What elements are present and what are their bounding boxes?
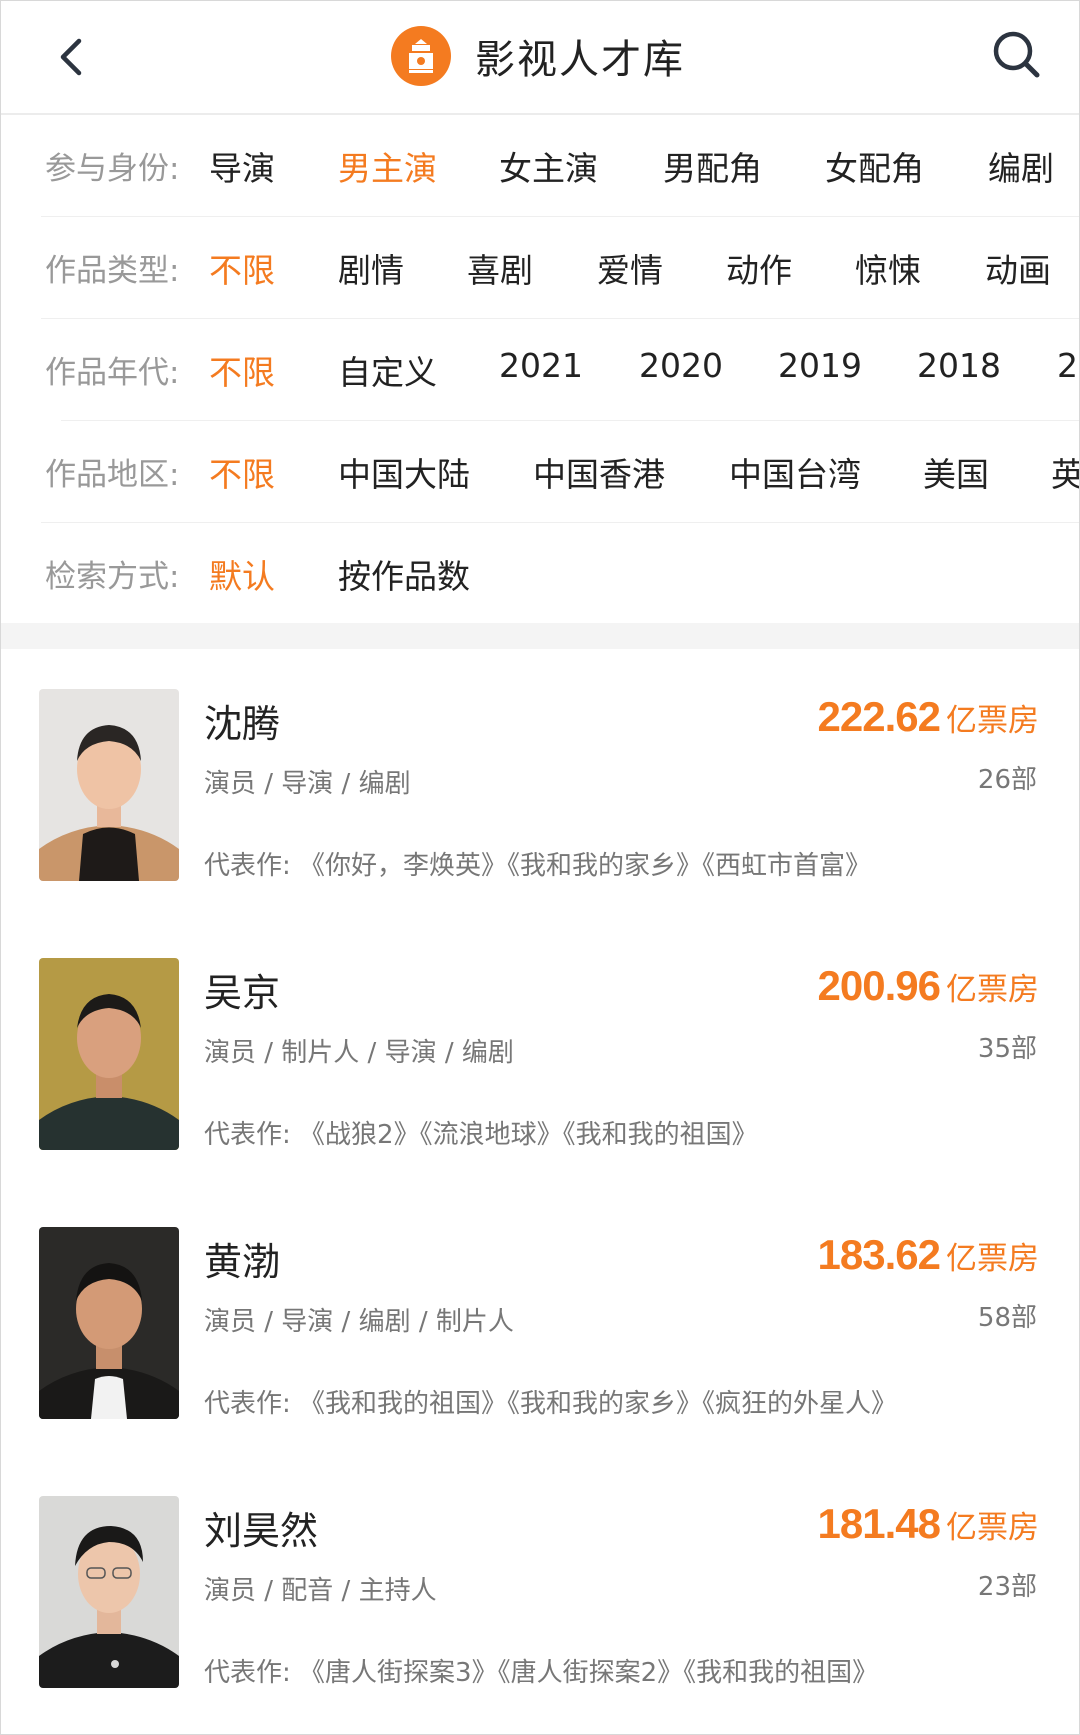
representative-works: 代表作: 《我和我的祖国》《我和我的家乡》《疯狂的外星人》: [204, 1389, 898, 1419]
film-logo-icon: [391, 26, 451, 86]
filter-option[interactable]: 男配角: [663, 142, 762, 190]
filter-option[interactable]: 导演: [209, 142, 275, 190]
person-card[interactable]: 刘昊然 演员 / 配音 / 主持人 代表作: 《唐人街探案3》《唐人街探案2》《…: [1, 1496, 1079, 1734]
person-name: 吴京: [204, 971, 281, 1015]
filter-option[interactable]: 英: [1051, 448, 1079, 496]
filter-label: 作品年代:: [45, 355, 180, 391]
title-group: 影视人才库: [391, 23, 685, 89]
avatar: [39, 1227, 179, 1419]
person-name: 刘昊然: [204, 1509, 319, 1553]
box-office-unit: 亿票房: [946, 1241, 1039, 1277]
filter-option-selected[interactable]: 默认: [209, 550, 275, 598]
person-name: 黄渤: [204, 1240, 281, 1284]
top-bar: 影视人才库: [1, 1, 1079, 115]
person-roles: 演员 / 制片人 / 导演 / 编剧: [204, 1038, 514, 1068]
filter-option[interactable]: 女配角: [825, 142, 924, 190]
avatar: [39, 689, 179, 881]
filter-option[interactable]: 动画: [985, 244, 1051, 292]
filter-option[interactable]: 中国香港: [533, 448, 665, 496]
filter-option[interactable]: 动作: [726, 244, 792, 292]
filter-option[interactable]: 美国: [923, 448, 989, 496]
works-count: 23部: [977, 1572, 1037, 1602]
filter-option[interactable]: 自定义: [338, 346, 437, 394]
filter-option[interactable]: 惊悚: [855, 244, 921, 292]
filter-row-region: 作品地区: 不限 中国大陆 中国香港 中国台湾 美国 英: [1, 421, 1079, 523]
filter-option[interactable]: 爱情: [597, 244, 663, 292]
filter-option[interactable]: 2019: [778, 346, 862, 385]
filter-option[interactable]: 2020: [639, 346, 723, 385]
representative-works: 代表作: 《唐人街探案3》《唐人街探案2》《我和我的祖国》: [204, 1658, 879, 1688]
box-office-unit: 亿票房: [946, 1510, 1039, 1546]
filter-option[interactable]: 中国大陆: [338, 448, 470, 496]
box-office-value: 222.62: [817, 693, 941, 740]
back-button[interactable]: [49, 29, 93, 85]
filter-option[interactable]: 编剧: [988, 142, 1054, 190]
box-office: 183.62 亿票房: [818, 1231, 1039, 1279]
chevron-left-icon: [60, 38, 82, 76]
works-count: 58部: [977, 1303, 1037, 1333]
filter-label: 作品地区:: [45, 457, 180, 493]
filter-row-year: 作品年代: 不限 自定义 2021 2020 2019 2018 20: [1, 319, 1079, 421]
filter-option[interactable]: 按作品数: [338, 550, 470, 598]
filter-option[interactable]: 女主演: [499, 142, 598, 190]
filter-option[interactable]: 喜剧: [467, 244, 533, 292]
filter-option-selected[interactable]: 不限: [209, 346, 275, 394]
filter-option-selected[interactable]: 不限: [209, 244, 275, 292]
person-card[interactable]: 黄渤 演员 / 导演 / 编剧 / 制片人 代表作: 《我和我的祖国》《我和我的…: [1, 1227, 1079, 1495]
box-office-value: 183.62: [817, 1231, 941, 1278]
box-office: 200.96 亿票房: [818, 962, 1039, 1010]
person-roles: 演员 / 导演 / 编剧: [204, 769, 411, 799]
box-office: 222.62 亿票房: [818, 693, 1039, 741]
works-count: 35部: [977, 1034, 1037, 1064]
representative-works: 代表作: 《你好，李焕英》《我和我的家乡》《西虹市首富》: [204, 851, 872, 881]
filter-label: 检索方式:: [45, 559, 180, 595]
avatar: [39, 1496, 179, 1688]
box-office-value: 200.96: [817, 962, 941, 1009]
box-office-unit: 亿票房: [946, 703, 1039, 739]
person-roles: 演员 / 导演 / 编剧 / 制片人: [204, 1307, 514, 1337]
page-title: 影视人才库: [475, 37, 685, 83]
avatar: [39, 958, 179, 1150]
search-icon: [993, 31, 1040, 78]
filter-row-genre: 作品类型: 不限 剧情 喜剧 爱情 动作 惊悚 动画: [1, 217, 1079, 319]
filter-row-sort: 检索方式: 默认 按作品数: [1, 523, 1079, 625]
search-button[interactable]: [989, 27, 1043, 81]
works-count: 26部: [977, 765, 1037, 795]
box-office: 181.48 亿票房: [818, 1500, 1039, 1548]
filter-option[interactable]: 中国台湾: [729, 448, 861, 496]
filter-option[interactable]: 2018: [917, 346, 1001, 385]
app-screen: 影视人才库 参与身份: 导演 男主演 女主演 男配角 女配角 编剧 作品类型: …: [0, 0, 1080, 1735]
filter-label: 参与身份:: [45, 151, 180, 187]
person-name: 沈腾: [204, 702, 281, 746]
person-card[interactable]: 沈腾 演员 / 导演 / 编剧 代表作: 《你好，李焕英》《我和我的家乡》《西虹…: [1, 689, 1079, 957]
person-roles: 演员 / 配音 / 主持人: [204, 1576, 437, 1606]
filter-option-selected[interactable]: 男主演: [338, 142, 437, 190]
filter-row-role: 参与身份: 导演 男主演 女主演 男配角 女配角 编剧: [1, 115, 1079, 217]
section-separator: [1, 623, 1079, 649]
box-office-unit: 亿票房: [946, 972, 1039, 1008]
person-card[interactable]: 吴京 演员 / 制片人 / 导演 / 编剧 代表作: 《战狼2》《流浪地球》《我…: [1, 958, 1079, 1226]
filter-option[interactable]: 2021: [499, 346, 583, 385]
filter-option[interactable]: 剧情: [338, 244, 404, 292]
box-office-value: 181.48: [817, 1500, 941, 1547]
representative-works: 代表作: 《战狼2》《流浪地球》《我和我的祖国》: [204, 1120, 758, 1150]
filter-option[interactable]: 20: [1057, 346, 1079, 385]
filter-label: 作品类型:: [45, 253, 180, 289]
filter-option-selected[interactable]: 不限: [209, 448, 275, 496]
